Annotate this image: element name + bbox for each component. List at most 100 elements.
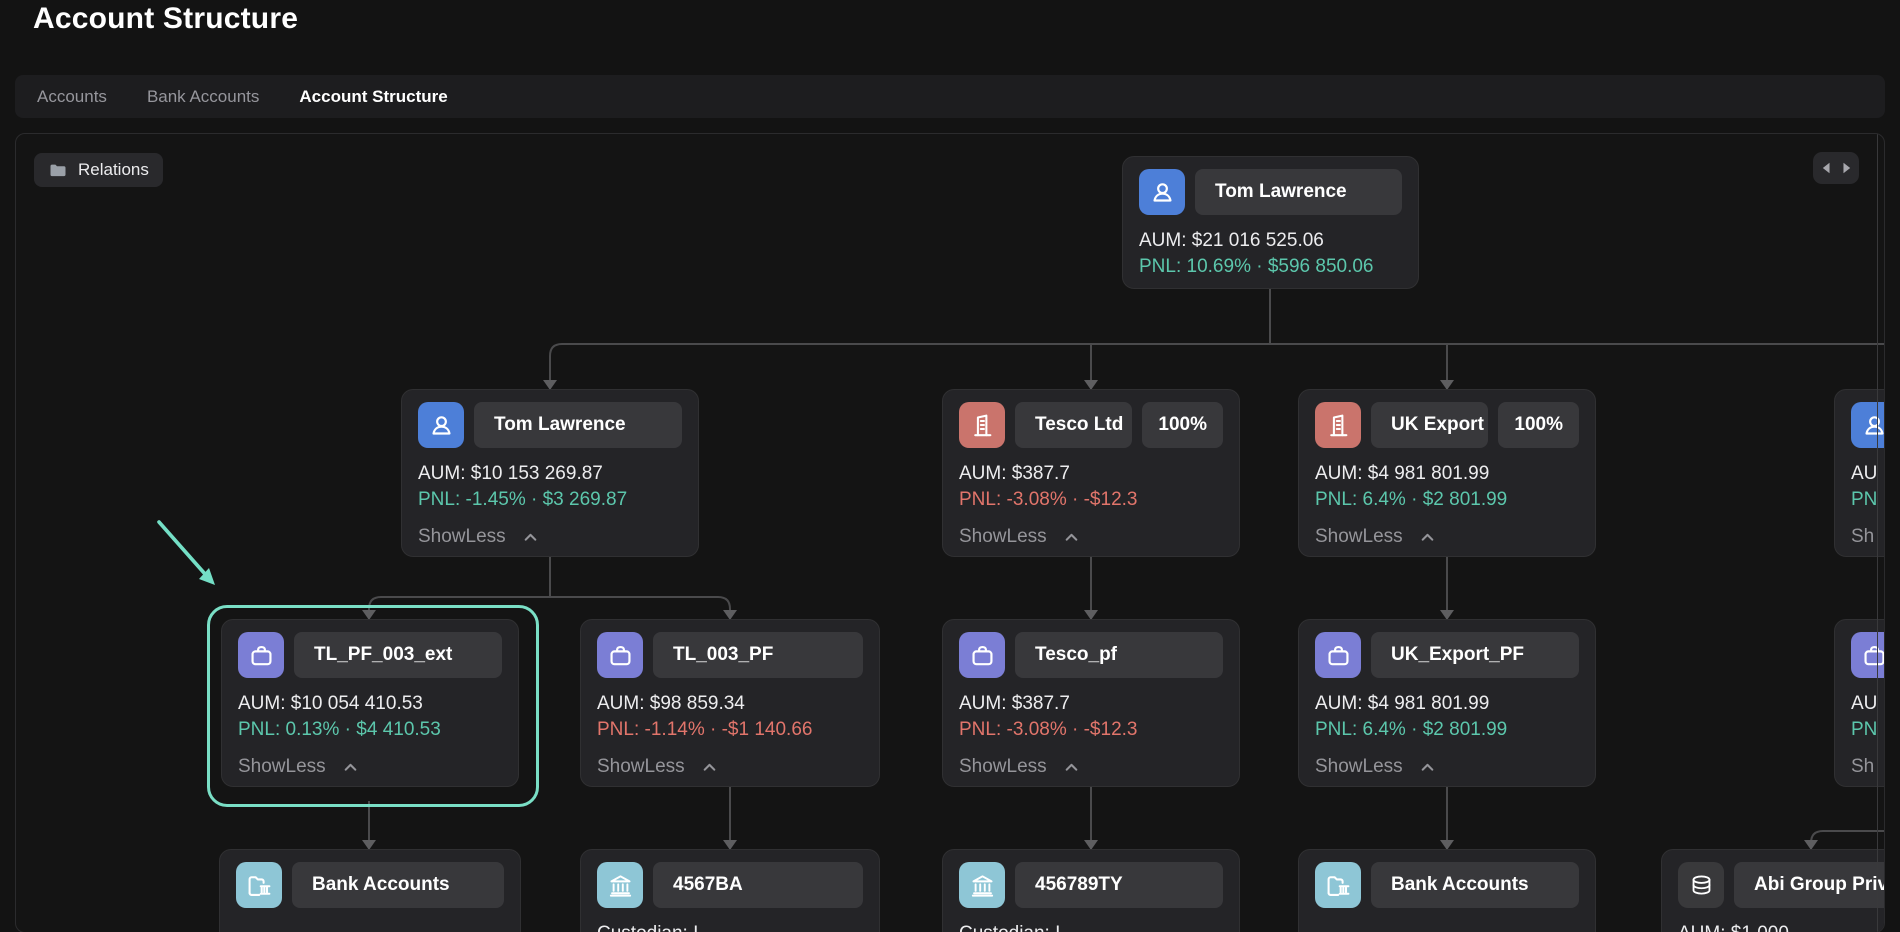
tree-node-tl-pf-003-ext[interactable]: TL_PF_003_ext AUM: $10 054 410.53 PNL: 0…	[221, 619, 519, 787]
bank-folder-icon	[1315, 862, 1361, 908]
tree-node-uk-export[interactable]: UK Export … 100% AUM: $4 981 801.99 PNL:…	[1298, 389, 1596, 557]
tree-node-tesco-pf[interactable]: Tesco_pf AUM: $387.7 PNL: -3.08% · -$12.…	[942, 619, 1240, 787]
node-name: Tesco Ltd	[1015, 402, 1132, 448]
bank-building-icon	[959, 862, 1005, 908]
node-custodian: Custodian: I	[959, 923, 1223, 932]
node-aum: AUM: $10 153 269.87	[418, 463, 682, 485]
node-aum: AUM: $1 000	[1678, 923, 1885, 932]
next-arrow-icon[interactable]	[1840, 161, 1853, 175]
node-header: UK Export … 100%	[1315, 402, 1579, 448]
bank-folder-icon	[236, 862, 282, 908]
relations-tree-panel: Relations Tom Lawrence AUM: $21 016 525.…	[15, 133, 1885, 932]
show-less-toggle[interactable]: ShowLess	[418, 526, 682, 548]
briefcase-icon	[597, 632, 643, 678]
show-less-toggle[interactable]: ShowLess	[238, 756, 502, 778]
node-header: Tom Lawrence	[1139, 169, 1402, 215]
node-header: 456789TY	[959, 862, 1223, 908]
node-header: TL_PF_003_ext	[238, 632, 502, 678]
node-aum: AUM: $98 859.34	[597, 693, 863, 715]
bank-building-icon	[597, 862, 643, 908]
node-header: Tesco_pf	[959, 632, 1223, 678]
node-name: Tom Lawrence	[474, 402, 682, 448]
node-pnl: PNL: 10.69% · $596 850.06	[1139, 256, 1402, 278]
node-aum: AUM: $387.7	[959, 693, 1223, 715]
tree-node-bank-accounts-1[interactable]: Bank Accounts	[219, 849, 521, 932]
page-title: Account Structure	[33, 2, 298, 36]
person-icon	[1851, 402, 1885, 448]
chevron-up-icon	[699, 757, 720, 778]
node-pnl: PNL: -1.45% · $3 269.87	[418, 489, 682, 511]
show-less-label: ShowLess	[1315, 756, 1403, 778]
tree-node-tesco-ltd[interactable]: Tesco Ltd 100% AUM: $387.7 PNL: -3.08% ·…	[942, 389, 1240, 557]
node-header: Bank Accounts	[236, 862, 504, 908]
folder-icon	[48, 160, 68, 180]
tab-bank-accounts[interactable]: Bank Accounts	[147, 87, 259, 107]
show-less-toggle[interactable]: ShowLess	[959, 756, 1223, 778]
node-header: UK_Export_PF	[1315, 632, 1579, 678]
account-structure-page: Account Structure Accounts Bank Accounts…	[0, 0, 1900, 932]
tree-node-bank-accounts-2[interactable]: Bank Accounts	[1298, 849, 1596, 932]
node-name: Tesco_pf	[1015, 632, 1223, 678]
tree-node-tom-lawrence[interactable]: Tom Lawrence AUM: $10 153 269.87 PNL: -1…	[401, 389, 699, 557]
node-header: Bank Accounts	[1315, 862, 1579, 908]
show-less-label: ShowLess	[238, 756, 326, 778]
node-header: TL_003_PF	[597, 632, 863, 678]
tree-node-tl-003-pf[interactable]: TL_003_PF AUM: $98 859.34 PNL: -1.14% · …	[580, 619, 880, 787]
show-less-toggle[interactable]: Sh	[1851, 526, 1885, 548]
person-icon	[418, 402, 464, 448]
node-aum: AU	[1851, 693, 1885, 715]
chevron-up-icon	[520, 527, 541, 548]
ownership-percent-badge: 100%	[1498, 402, 1579, 448]
show-less-toggle[interactable]: ShowLess	[1315, 756, 1579, 778]
node-aum: AUM: $10 054 410.53	[238, 693, 502, 715]
briefcase-icon	[959, 632, 1005, 678]
node-aum: AU	[1851, 463, 1885, 485]
relations-button[interactable]: Relations	[34, 153, 163, 187]
node-aum: AUM: $21 016 525.06	[1139, 230, 1402, 252]
briefcase-icon	[1315, 632, 1361, 678]
chevron-up-icon	[1417, 527, 1438, 548]
tab-accounts[interactable]: Accounts	[37, 87, 107, 107]
ownership-percent-badge: 100%	[1142, 402, 1223, 448]
node-pnl: PNL: 6.4% · $2 801.99	[1315, 719, 1579, 741]
node-aum: AUM: $4 981 801.99	[1315, 463, 1579, 485]
show-less-label: ShowLess	[959, 526, 1047, 548]
tree-node-4567ba[interactable]: 4567BA Custodian: I	[580, 849, 880, 932]
tree-node-uk-export-pf[interactable]: UK_Export_PF AUM: $4 981 801.99 PNL: 6.4…	[1298, 619, 1596, 787]
chevron-up-icon	[340, 757, 361, 778]
node-header: 4567BA	[597, 862, 863, 908]
node-aum: AUM: $4 981 801.99	[1315, 693, 1579, 715]
node-pnl: PNL: 6.4% · $2 801.99	[1315, 489, 1579, 511]
show-less-label: Sh	[1851, 526, 1874, 548]
node-pnl: PNL: -1.14% · -$1 140.66	[597, 719, 863, 741]
show-less-toggle[interactable]: Sh	[1851, 756, 1885, 778]
node-name: Abi Group Privat	[1734, 862, 1885, 908]
show-less-toggle[interactable]: ShowLess	[597, 756, 863, 778]
show-less-toggle[interactable]: ShowLess	[959, 526, 1223, 548]
tab-account-structure[interactable]: Account Structure	[299, 87, 447, 107]
node-pnl: PN	[1851, 719, 1885, 741]
chevron-up-icon	[1061, 757, 1082, 778]
person-icon	[1139, 169, 1185, 215]
node-name: Bank Accounts	[292, 862, 504, 908]
chevron-up-icon	[1417, 757, 1438, 778]
previous-arrow-icon[interactable]	[1820, 161, 1833, 175]
node-name: 456789TY	[1015, 862, 1223, 908]
relations-button-label: Relations	[78, 160, 149, 180]
node-pnl: PNL: 0.13% · $4 410.53	[238, 719, 502, 741]
tree-node-root-tom-lawrence[interactable]: Tom Lawrence AUM: $21 016 525.06 PNL: 10…	[1122, 156, 1419, 289]
panel-right-divider	[1877, 134, 1878, 932]
node-pnl: PN	[1851, 489, 1885, 511]
annotation-arrow	[159, 522, 215, 585]
coins-icon	[1678, 862, 1724, 908]
show-less-label: ShowLess	[597, 756, 685, 778]
company-building-icon	[959, 402, 1005, 448]
node-header: Tom Lawrence	[418, 402, 682, 448]
show-less-toggle[interactable]: ShowLess	[1315, 526, 1579, 548]
tree-node-456789ty[interactable]: 456789TY Custodian: I	[942, 849, 1240, 932]
chevron-up-icon	[1061, 527, 1082, 548]
node-name: Bank Accounts	[1371, 862, 1579, 908]
company-building-icon	[1315, 402, 1361, 448]
tree-node-abi-group-private[interactable]: Abi Group Privat AUM: $1 000	[1661, 849, 1885, 932]
show-less-label: ShowLess	[1315, 526, 1403, 548]
